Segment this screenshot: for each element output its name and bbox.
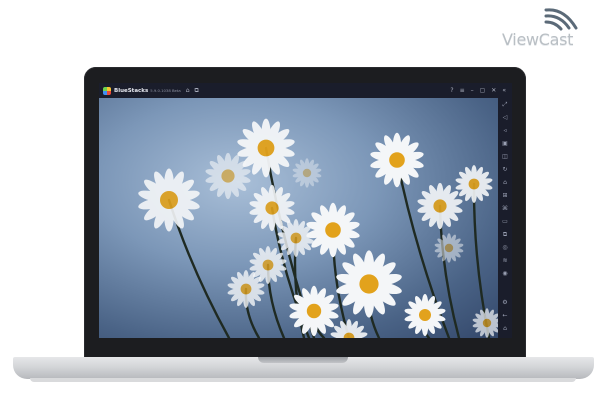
daisy-flower: [292, 158, 322, 188]
layers-icon[interactable]: ≋: [500, 256, 510, 266]
daisy-flower: [138, 168, 200, 232]
collapse-sidebar-icon[interactable]: «: [502, 87, 506, 94]
daisy-flower: [434, 233, 464, 263]
screenshot-icon[interactable]: ◫: [500, 152, 510, 162]
signal-waves-icon: [544, 8, 578, 31]
location-icon[interactable]: ◉: [500, 269, 510, 279]
stage: ViewCast BlueStacks 5.9.0.1038 Beta ⌂ ⧉ …: [0, 0, 602, 414]
home-nav-icon[interactable]: ⌂: [500, 324, 510, 334]
daisy-image: [138, 118, 498, 338]
bluestacks-sidebar: ⤢ ◁ ◃ ▣ ◫ ↻ ⌂ ⊞ ⌘ ▭ ⧉ ◎ ≋ ◉ ⚙ ← ⌂: [498, 98, 512, 338]
bluestacks-titlebar[interactable]: BlueStacks 5.9.0.1038 Beta ⌂ ⧉ ? ≡ – ▢ ✕…: [99, 83, 512, 98]
daisy-flower: [237, 118, 295, 178]
bluestacks-logo-icon: [103, 86, 111, 95]
daisy-flower: [336, 250, 402, 318]
app-title: BlueStacks: [114, 87, 149, 94]
daisy-flower: [455, 165, 493, 203]
close-icon[interactable]: ✕: [491, 87, 496, 94]
daisy-flower: [227, 270, 265, 308]
viewcast-brand-text: ViewCast: [502, 30, 574, 49]
home-icon[interactable]: ⌂: [186, 87, 190, 94]
screen-record-icon[interactable]: ▣: [500, 139, 510, 149]
window-controls: ? ≡ – ▢ ✕ «: [450, 87, 512, 94]
daisy-flower: [205, 152, 251, 200]
daisy-flower: [370, 132, 424, 188]
fullscreen-icon[interactable]: ⤢: [500, 100, 510, 110]
multi-instance-icon[interactable]: ⧉: [195, 87, 199, 94]
eco-mode-icon[interactable]: ◎: [500, 243, 510, 253]
laptop-screen: BlueStacks 5.9.0.1038 Beta ⌂ ⧉ ? ≡ – ▢ ✕…: [99, 83, 512, 338]
app-version: 5.9.0.1038 Beta: [150, 88, 181, 93]
maximize-icon[interactable]: ▢: [480, 87, 486, 94]
laptop-notch: [258, 357, 348, 363]
volume-down-icon[interactable]: ◃: [500, 126, 510, 136]
gamepad-icon[interactable]: ⊞: [500, 191, 510, 201]
rotate-icon[interactable]: ↻: [500, 165, 510, 175]
laptop-base-shadow: [30, 378, 576, 382]
minimize-icon[interactable]: –: [471, 87, 474, 94]
multi-instance-sync-icon[interactable]: ⧉: [500, 230, 510, 240]
shake-icon[interactable]: ⌂: [500, 178, 510, 188]
help-icon[interactable]: ?: [450, 87, 453, 94]
app-wallpaper-daisies[interactable]: [99, 98, 498, 338]
daisy-flower: [306, 202, 360, 258]
back-icon[interactable]: ←: [500, 311, 510, 321]
macro-icon[interactable]: ⌘: [500, 204, 510, 214]
viewcast-logo: ViewCast: [502, 6, 594, 50]
folder-icon[interactable]: ▭: [500, 217, 510, 227]
volume-up-icon[interactable]: ◁: [500, 113, 510, 123]
settings-icon[interactable]: ⚙: [500, 298, 510, 308]
menu-icon[interactable]: ≡: [460, 87, 465, 94]
daisy-flower: [417, 182, 463, 230]
daisy-flower: [330, 319, 368, 338]
daisy-flower: [472, 308, 498, 338]
